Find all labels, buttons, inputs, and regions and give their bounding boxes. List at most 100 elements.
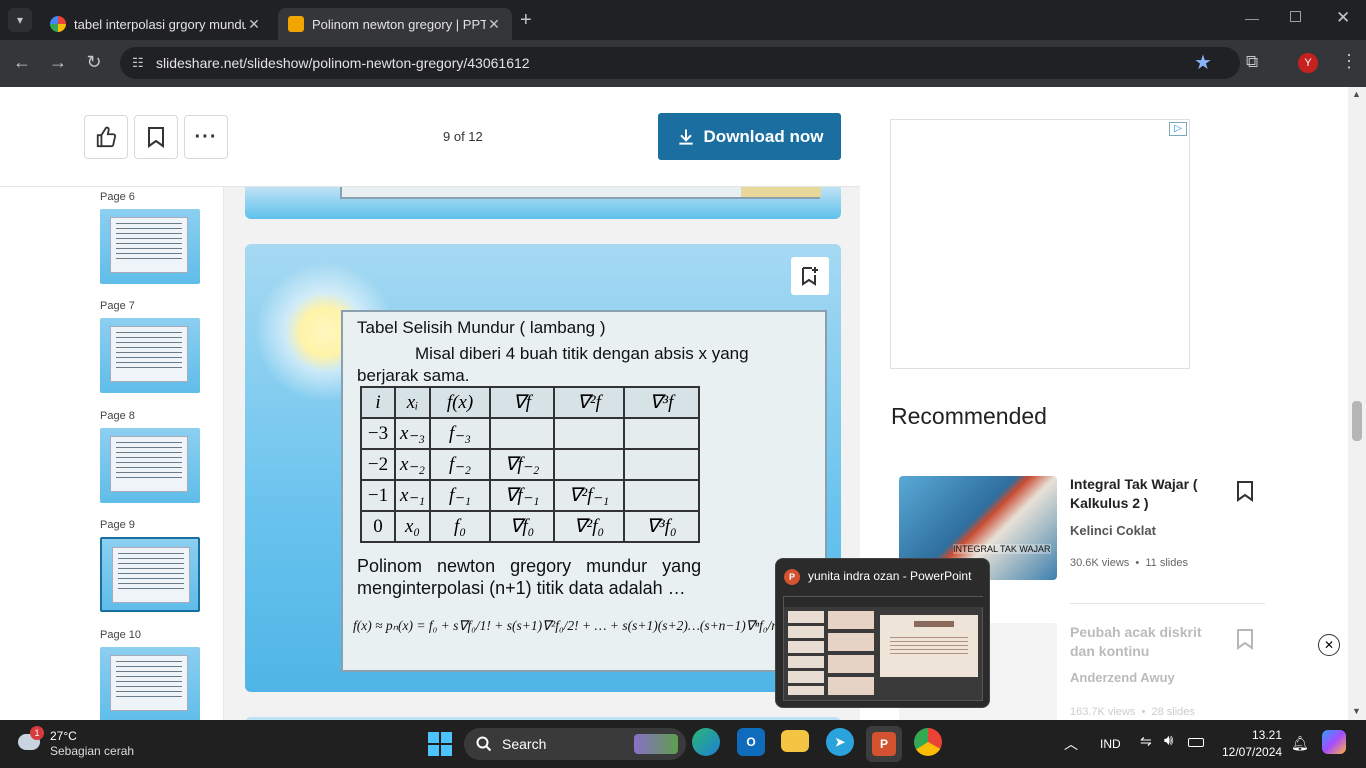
page-label: Page 7: [100, 300, 135, 312]
powerpoint-taskbar-icon[interactable]: P: [866, 726, 902, 762]
table-cell: ∇³f: [623, 386, 700, 419]
battery-icon[interactable]: [1188, 738, 1204, 747]
table-cell: x₋₃: [394, 417, 431, 450]
window-close-icon[interactable]: ✕: [1336, 8, 1350, 28]
slide-thumbnail-7[interactable]: [100, 318, 200, 393]
recommended-heading: Recommended: [891, 403, 1047, 429]
close-ad-button[interactable]: ✕: [1318, 634, 1340, 656]
minimize-icon[interactable]: —: [1245, 10, 1259, 26]
recommended-title-1[interactable]: Integral Tak Wajar ( Kalkulus 2 ): [1070, 475, 1220, 513]
page-label: Page 9: [100, 519, 135, 531]
tab-search-button[interactable]: ▾: [8, 8, 32, 32]
slide-thumbnail-6[interactable]: [100, 209, 200, 284]
slide-thumbnail-10[interactable]: [100, 647, 200, 720]
menu-kebab-icon[interactable]: ⋮: [1340, 51, 1358, 72]
edge-icon[interactable]: [692, 728, 720, 756]
advertisement[interactable]: ▷: [890, 119, 1190, 369]
table-cell: ∇f₀: [489, 510, 555, 543]
save-slide-button[interactable]: [791, 257, 829, 295]
taskbar-search-box[interactable]: Search: [464, 728, 686, 760]
show-hidden-icons-chevron[interactable]: ︿: [1064, 734, 1078, 754]
scroll-up-icon[interactable]: ▲: [1352, 89, 1361, 99]
url-text: slideshare.net/slideshow/polinom-newton-…: [156, 55, 530, 71]
table-cell: f₋₃: [429, 417, 491, 450]
slide-9: Tabel Selisih Mundur ( lambang ) Misal d…: [245, 244, 841, 692]
chrome-icon[interactable]: [914, 728, 942, 756]
backward-difference-table: i xᵢ f(x) ∇f ∇²f ∇³f −3 x₋₃ f₋₃ −2 x₋₂ f…: [360, 386, 700, 543]
reload-icon[interactable]: ↻: [80, 52, 108, 73]
windows-taskbar: 1 27°C Sebagian cerah Search O ➤ P ︿ IND…: [0, 720, 1366, 768]
close-icon[interactable]: ✕: [246, 16, 262, 33]
clock-date[interactable]: 12/07/2024: [1222, 745, 1282, 759]
notification-bell-icon[interactable]: 🔔︎: [1291, 735, 1309, 752]
extensions-icon[interactable]: ⧉: [1246, 52, 1258, 72]
recommended-author-2[interactable]: Anderzend Awuy: [1070, 670, 1175, 685]
ad-choices-icon[interactable]: ▷: [1169, 122, 1187, 136]
table-cell: x₋₁: [394, 479, 431, 512]
more-options-button[interactable]: ···: [184, 115, 228, 159]
volume-icon[interactable]: 🔊︎: [1164, 732, 1173, 749]
forward-arrow-icon[interactable]: →: [44, 52, 72, 73]
preview-title: yunita indra ozan - PowerPoint: [808, 569, 972, 583]
copilot-icon[interactable]: [1322, 730, 1346, 754]
powerpoint-icon: P: [784, 569, 800, 585]
table-cell: f₋₁: [429, 479, 491, 512]
slide-thumbnail-sidebar: Page 6 Page 7 Page 8 Page 9 Page 10: [0, 187, 224, 720]
telegram-icon[interactable]: ➤: [826, 728, 854, 756]
restore-icon[interactable]: [1290, 11, 1301, 22]
site-settings-icon[interactable]: ☷: [132, 55, 144, 71]
table-cell: x₋₂: [394, 448, 431, 481]
table-row: 0 x₀ f₀ ∇f₀ ∇²f₀ ∇³f₀: [360, 510, 700, 543]
table-cell: [623, 417, 700, 450]
slide-polinom-line1: Polinom newton gregory mundur yang: [357, 556, 702, 576]
windows-start-icon[interactable]: [424, 728, 456, 760]
table-cell: [489, 417, 555, 450]
close-icon[interactable]: ✕: [486, 16, 502, 33]
network-icon[interactable]: ⇋: [1140, 733, 1152, 750]
page-counter: 9 of 12: [443, 129, 483, 144]
bookmark-icon: [148, 127, 164, 148]
outlook-icon[interactable]: O: [737, 728, 765, 756]
bookmark-star-icon[interactable]: ★: [1194, 50, 1212, 75]
like-button[interactable]: [84, 115, 128, 159]
language-indicator[interactable]: IND: [1100, 737, 1121, 751]
scroll-down-icon[interactable]: ▼: [1352, 706, 1361, 716]
recommended-author-1[interactable]: Kelinci Coklat: [1070, 523, 1156, 538]
table-cell: x₀: [394, 510, 431, 543]
divider: [1070, 603, 1265, 604]
bookmark-icon[interactable]: [1236, 628, 1254, 650]
tab-polinom-newton[interactable]: Polinom newton gregory | PPT ✕: [278, 8, 512, 40]
bookmark-add-icon: [802, 267, 818, 286]
back-arrow-icon[interactable]: ←: [8, 52, 36, 73]
table-cell: ∇f: [489, 386, 555, 419]
weather-widget[interactable]: 1 27°C Sebagian cerah: [18, 726, 138, 760]
scrollbar-thumb[interactable]: [1352, 401, 1362, 441]
table-row: −1 x₋₁ f₋₁ ∇f₋₁ ∇²f₋₁: [360, 479, 700, 512]
slide-heading: Tabel Selisih Mundur ( lambang ): [357, 318, 606, 337]
slide-thumbnail-9-selected[interactable]: [100, 537, 200, 612]
slide-viewer: Tabel Selisih Mundur ( lambang ) Misal d…: [224, 187, 860, 720]
save-button[interactable]: [134, 115, 178, 159]
download-label: Download now: [703, 126, 824, 146]
table-cell: ∇f₋₁: [489, 479, 555, 512]
table-cell: [623, 479, 700, 512]
ellipsis-icon: ···: [194, 125, 218, 148]
slide-polinom-line2: menginterpolasi (n+1) titik data adalah …: [357, 578, 686, 598]
slideshare-icon: [288, 16, 304, 32]
page-label: Page 10: [100, 629, 141, 641]
tab-tabel-interpolasi[interactable]: tabel interpolasi grgory mundur ✕: [40, 8, 272, 40]
table-cell: [623, 448, 700, 481]
recommended-meta-1: 30.6K views • 11 slides: [1070, 557, 1188, 569]
new-tab-icon[interactable]: +: [520, 9, 532, 32]
tab-title: Polinom newton gregory | PPT: [312, 16, 486, 32]
clock-time[interactable]: 13.21: [1252, 728, 1282, 742]
address-bar[interactable]: ☷ slideshare.net/slideshow/polinom-newto…: [120, 47, 1240, 79]
file-explorer-icon[interactable]: [781, 730, 809, 752]
bookmark-icon[interactable]: [1236, 480, 1254, 502]
slide-text-panel: Tabel Selisih Mundur ( lambang ) Misal d…: [341, 310, 827, 672]
taskbar-preview-powerpoint[interactable]: P yunita indra ozan - PowerPoint: [775, 558, 990, 708]
download-now-button[interactable]: Download now: [658, 113, 841, 160]
profile-avatar[interactable]: Y: [1298, 53, 1318, 73]
slide-thumbnail-8[interactable]: [100, 428, 200, 503]
recommended-title-2[interactable]: Peubah acak diskrit dan kontinu: [1070, 623, 1220, 661]
